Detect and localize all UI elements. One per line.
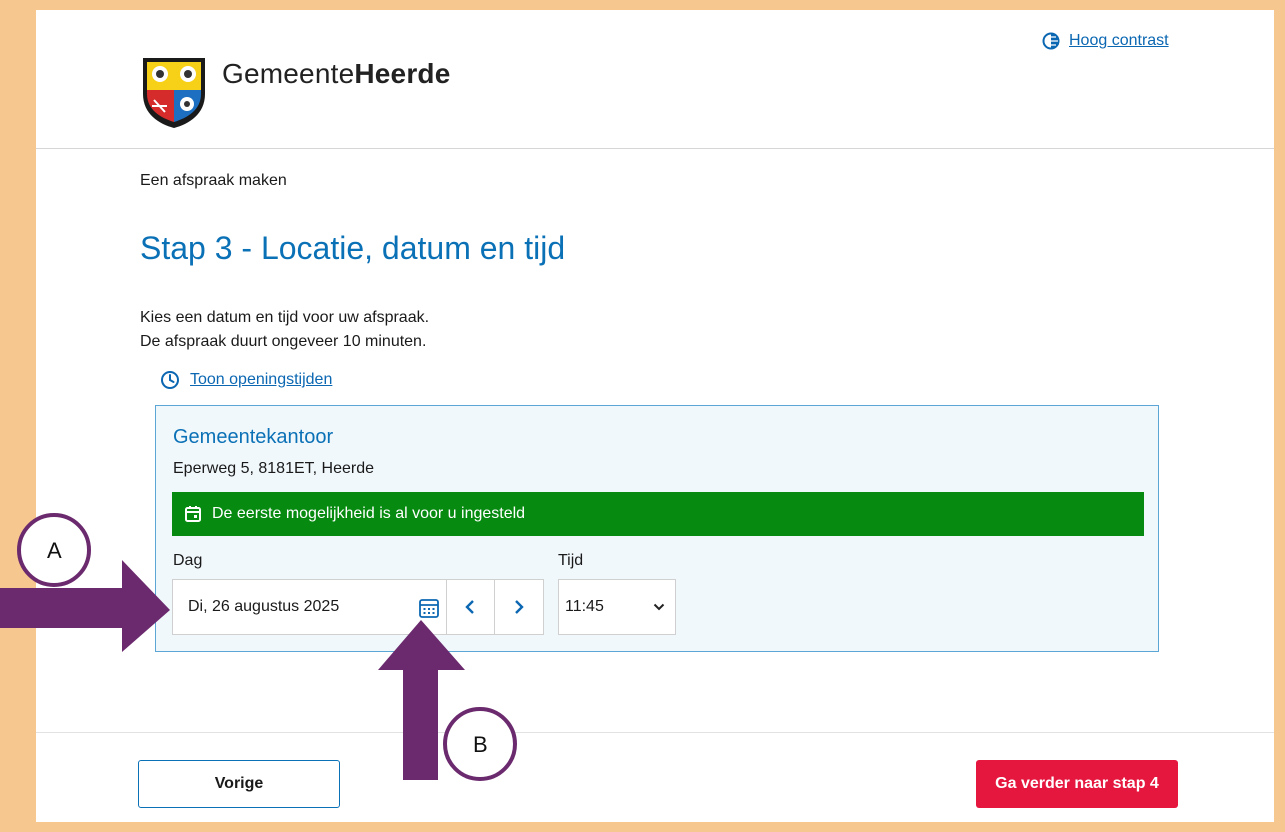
intro-line-1: Kies een datum en tijd voor uw afspraak. — [140, 309, 430, 326]
calendar-icon — [185, 506, 201, 522]
date-picker: Di, 26 augustus 2025 — [172, 579, 544, 635]
next-step-button[interactable]: Ga verder naar stap 4 — [976, 760, 1178, 808]
page-title: Stap 3 - Locatie, datum en tijd — [140, 230, 566, 266]
previous-step-button[interactable]: Vorige — [138, 760, 340, 808]
high-contrast-link[interactable]: Hoog contrast — [1069, 32, 1169, 50]
calendar-grid-icon[interactable] — [418, 597, 440, 619]
site-header: GemeenteHeerde Hoog contrast — [36, 10, 1274, 149]
breadcrumb: Een afspraak maken — [140, 172, 287, 189]
location-name: Gemeentekantoor — [173, 426, 334, 448]
contrast-icon — [1042, 32, 1060, 50]
date-input[interactable]: Di, 26 augustus 2025 — [173, 580, 446, 634]
brand-prefix: Gemeente — [222, 58, 355, 89]
time-label: Tijd — [558, 552, 584, 569]
next-day-button[interactable] — [494, 580, 543, 634]
high-contrast-toggle[interactable]: Hoog contrast — [1042, 32, 1169, 50]
chevron-left-icon — [465, 600, 475, 614]
chevron-down-icon — [653, 603, 665, 611]
previous-day-button[interactable] — [445, 580, 495, 634]
day-label: Dag — [173, 552, 203, 569]
chevron-right-icon — [515, 600, 524, 614]
notice-text: De eerste mogelijkheid is al voor u inge… — [212, 505, 526, 522]
time-select[interactable]: 11:45 — [558, 579, 676, 635]
opening-hours-link[interactable]: Toon openingstijden — [190, 371, 332, 389]
location-card: Gemeentekantoor Eperweg 5, 8181ET, Heerd… — [155, 405, 1159, 652]
opening-hours-toggle[interactable]: Toon openingstijden — [160, 370, 332, 390]
brand-name[interactable]: GemeenteHeerde — [222, 58, 451, 90]
first-availability-notice: De eerste mogelijkheid is al voor u inge… — [172, 492, 1144, 536]
marker-a-label: A — [47, 538, 62, 563]
date-value: Di, 26 augustus 2025 — [188, 598, 340, 615]
clock-icon — [161, 371, 179, 389]
intro-line-2: De afspraak duurt ongeveer 10 minuten. — [140, 333, 427, 350]
marker-b-label: B — [473, 732, 488, 757]
coat-of-arms-logo[interactable] — [139, 54, 209, 130]
intro-text: Kies een datum en tijd voor uw afspraak.… — [140, 306, 429, 354]
time-value: 11:45 — [565, 598, 604, 615]
brand-municipality: Heerde — [354, 58, 451, 89]
footer-actions: Vorige Ga verder naar stap 4 — [36, 732, 1274, 822]
page: GemeenteHeerde Hoog contrast Een afspraa… — [36, 10, 1274, 822]
location-address: Eperweg 5, 8181ET, Heerde — [173, 460, 375, 477]
